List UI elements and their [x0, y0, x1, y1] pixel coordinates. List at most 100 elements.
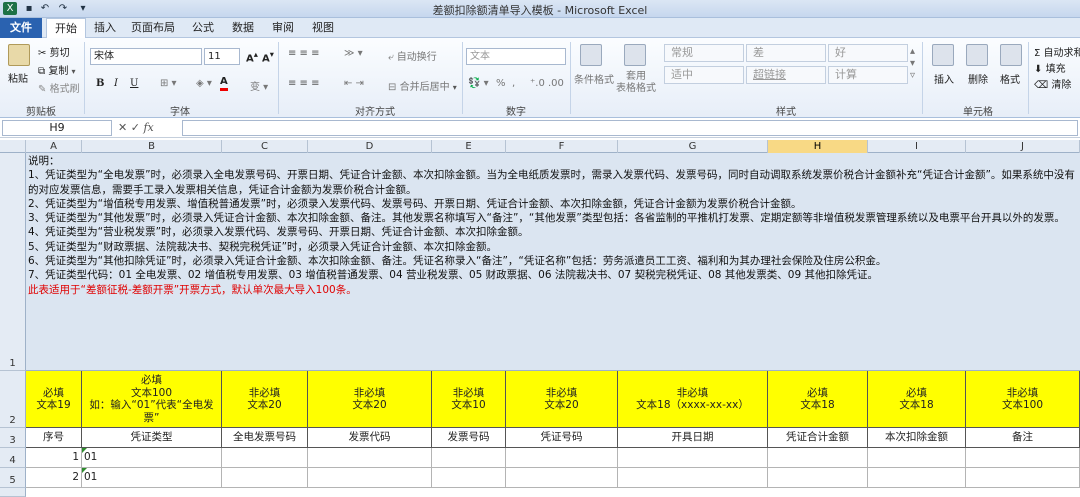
cell-d3[interactable]: 发票代码 — [308, 428, 432, 448]
cut-button[interactable]: ✂ 剪切 — [38, 44, 70, 59]
cell-a4[interactable]: 1 — [26, 448, 82, 468]
style-good[interactable]: 好 — [828, 44, 908, 62]
column-header-e[interactable]: E — [432, 140, 506, 153]
tab-data[interactable]: 数据 — [226, 18, 260, 38]
align-top-icon[interactable]: ≡ ≡ ≡ — [288, 48, 320, 59]
cell-g2[interactable]: 非必填 文本18（xxxx-xx-xx） — [618, 371, 768, 428]
style-bad[interactable]: 差 — [746, 44, 826, 62]
conditional-format-icon[interactable] — [580, 44, 602, 66]
cell-g3[interactable]: 开具日期 — [618, 428, 768, 448]
column-header-f[interactable]: F — [506, 140, 618, 153]
cell-d5[interactable] — [308, 468, 432, 488]
decimal-icons[interactable]: ⁺.0 .00 — [530, 78, 564, 89]
paste-button[interactable]: 粘贴 — [8, 70, 28, 85]
merge-center-button[interactable]: ⊟ 合并后居中 ▾ — [388, 78, 457, 93]
row-header-3[interactable]: 3 — [0, 428, 26, 448]
cell-j5[interactable] — [966, 468, 1080, 488]
wrap-text-button[interactable]: ⤶ 自动换行 — [388, 48, 437, 63]
cell-e4[interactable] — [432, 448, 506, 468]
number-format-select[interactable]: 文本 — [466, 48, 566, 65]
cell-f5[interactable] — [506, 468, 618, 488]
row-header-5[interactable]: 5 — [0, 468, 26, 488]
row-header-6[interactable] — [0, 488, 26, 497]
insert-cells-button[interactable]: 插入 — [934, 71, 954, 86]
fill-button[interactable]: ⬇ 填充 — [1034, 60, 1066, 75]
cell-g4[interactable] — [618, 448, 768, 468]
format-painter-button[interactable]: ✎ 格式刷 — [38, 80, 80, 95]
column-header-g[interactable]: G — [618, 140, 768, 153]
currency-icon[interactable]: 💱 ▾ — [468, 78, 489, 89]
row-header-4[interactable]: 4 — [0, 448, 26, 468]
style-normal[interactable]: 常规 — [664, 44, 744, 62]
autosum-button[interactable]: Σ 自动求和 — [1034, 44, 1080, 59]
column-header-i[interactable]: I — [868, 140, 966, 153]
cell-i2[interactable]: 必填 文本18 — [868, 371, 966, 428]
tab-insert[interactable]: 插入 — [90, 18, 120, 38]
align-left-icon[interactable]: ≡ ≡ ≡ — [288, 78, 320, 89]
cell-i5[interactable] — [868, 468, 966, 488]
enter-icon[interactable]: ✓ — [131, 121, 140, 134]
cell-h3[interactable]: 凭证合计金额 — [768, 428, 868, 448]
italic-button[interactable]: I — [114, 78, 118, 89]
cancel-icon[interactable]: ✕ — [118, 121, 127, 134]
column-header-c[interactable]: C — [222, 140, 308, 153]
fill-color-icon[interactable]: ◈ ▾ — [196, 78, 212, 89]
conditional-format-button[interactable]: 条件格式 — [574, 71, 614, 86]
cell-b3[interactable]: 凭证类型 — [82, 428, 222, 448]
tab-formulas[interactable]: 公式 — [186, 18, 220, 38]
cell-j2[interactable]: 非必填 文本100 — [966, 371, 1080, 428]
instructions-cell[interactable]: 说明： 1、凭证类型为“全电发票”时，必须录入全电发票号码、开票日期、凭证合计金… — [26, 153, 1080, 371]
insert-function-button[interactable]: fx — [143, 121, 153, 134]
cell-a5[interactable]: 2 — [26, 468, 82, 488]
cell-i3[interactable]: 本次扣除金额 — [868, 428, 966, 448]
tab-page-layout[interactable]: 页面布局 — [128, 18, 178, 38]
style-hyperlink[interactable]: 超链接 — [746, 66, 826, 84]
cell-h4[interactable] — [768, 448, 868, 468]
format-cells-button[interactable]: 格式 — [1000, 71, 1020, 86]
grow-font-icon[interactable]: A▴ — [246, 49, 258, 64]
orientation-icon[interactable]: ≫ ▾ — [344, 48, 363, 59]
column-header-d[interactable]: D — [308, 140, 432, 153]
tab-file[interactable]: 文件 — [0, 18, 42, 38]
percent-button[interactable]: % — [496, 78, 506, 89]
font-size-select[interactable]: 11 — [204, 48, 240, 65]
phonetic-icon[interactable]: 变 ▾ — [250, 78, 268, 93]
bold-button[interactable]: B — [96, 78, 104, 89]
underline-button[interactable]: U — [130, 78, 138, 89]
cell-j4[interactable] — [966, 448, 1080, 468]
cell-e2[interactable]: 非必填 文本10 — [432, 371, 506, 428]
cell-c5[interactable] — [222, 468, 308, 488]
column-header-j[interactable]: J — [966, 140, 1080, 153]
cell-h5[interactable] — [768, 468, 868, 488]
cell-d4[interactable] — [308, 448, 432, 468]
shrink-font-icon[interactable]: A▾ — [262, 49, 274, 64]
tab-view[interactable]: 视图 — [306, 18, 340, 38]
paste-icon[interactable] — [8, 44, 30, 66]
tab-home[interactable]: 开始 — [46, 18, 86, 39]
comma-button[interactable]: , — [512, 78, 515, 89]
format-as-table-icon[interactable] — [624, 44, 646, 66]
cell-e3[interactable]: 发票号码 — [432, 428, 506, 448]
tab-review[interactable]: 审阅 — [266, 18, 300, 38]
cell-b4[interactable]: 01 — [82, 448, 222, 468]
clear-button[interactable]: ⌫ 清除 — [1034, 76, 1071, 91]
cell-c3[interactable]: 全电发票号码 — [222, 428, 308, 448]
delete-cells-button[interactable]: 删除 — [968, 71, 988, 86]
font-name-select[interactable]: 宋体 — [90, 48, 202, 65]
cell-j3[interactable]: 备注 — [966, 428, 1080, 448]
cell-a2[interactable]: 必填 文本19 — [26, 371, 82, 428]
style-neutral[interactable]: 适中 — [664, 66, 744, 84]
cell-h2[interactable]: 必填 文本18 — [768, 371, 868, 428]
cell-e5[interactable] — [432, 468, 506, 488]
cell-b5[interactable]: 01 — [82, 468, 222, 488]
cell-b2[interactable]: 必填 文本100 如：输入“01”代表“全电发票” — [82, 371, 222, 428]
indent-icon[interactable]: ⇤ ⇥ — [344, 78, 364, 89]
cell-f3[interactable]: 凭证号码 — [506, 428, 618, 448]
column-header-a[interactable]: A — [26, 140, 82, 153]
format-as-table-button[interactable]: 套用 表格格式 — [616, 71, 656, 95]
select-all-corner[interactable] — [0, 140, 26, 153]
formula-input[interactable] — [182, 120, 1078, 136]
cell-g5[interactable] — [618, 468, 768, 488]
cell-f4[interactable] — [506, 448, 618, 468]
row-header-1[interactable]: 1 — [0, 153, 26, 371]
